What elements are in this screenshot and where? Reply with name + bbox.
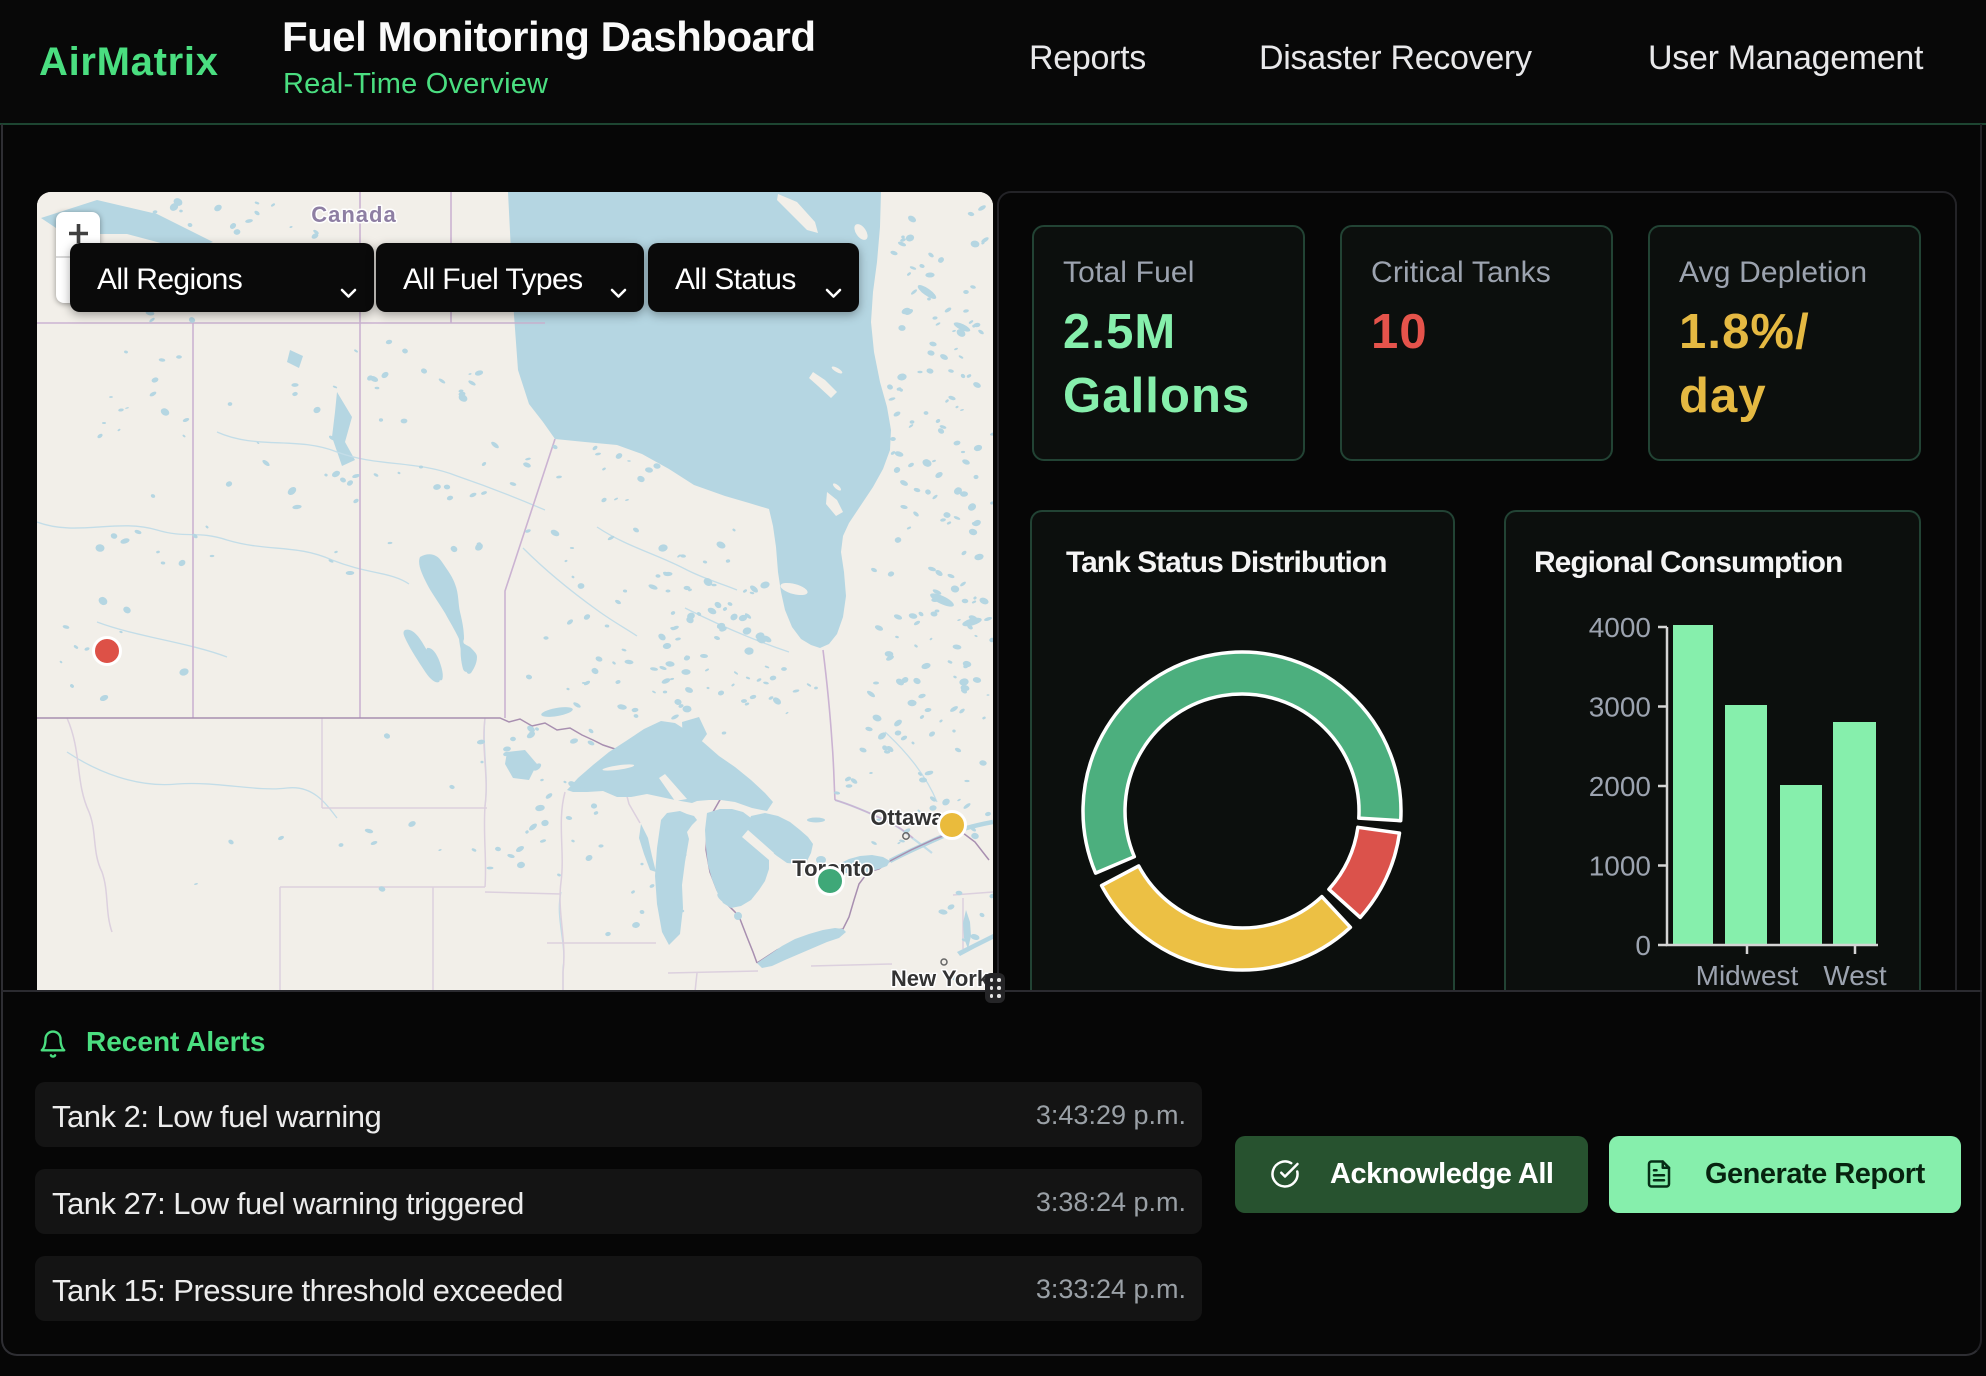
svg-text:2000: 2000 bbox=[1589, 771, 1651, 802]
svg-text:Midwest: Midwest bbox=[1696, 960, 1799, 991]
svg-text:1000: 1000 bbox=[1589, 851, 1651, 882]
svg-text:3000: 3000 bbox=[1589, 692, 1651, 723]
svg-text:0: 0 bbox=[1635, 930, 1651, 961]
svg-text:Ottawa: Ottawa bbox=[870, 805, 944, 830]
svg-text:4000: 4000 bbox=[1589, 612, 1651, 643]
svg-text:New York: New York bbox=[891, 966, 990, 990]
svg-text:Canada: Canada bbox=[311, 202, 396, 227]
svg-text:West: West bbox=[1823, 960, 1886, 991]
